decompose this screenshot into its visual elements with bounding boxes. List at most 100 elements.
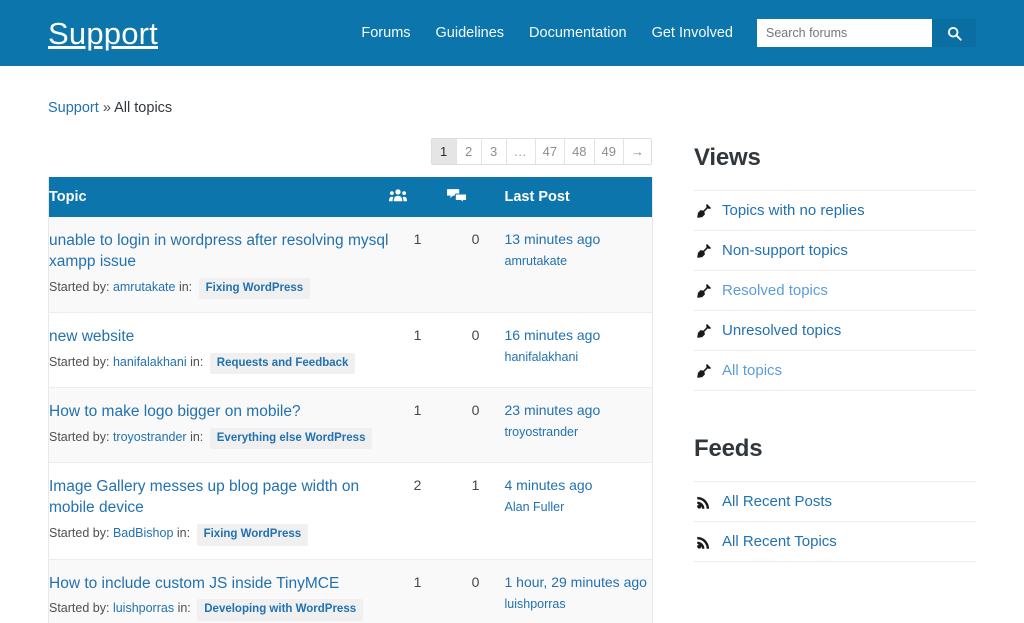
topic-title-link[interactable]: How to make logo bigger on mobile? (49, 402, 389, 423)
pagination-list: 1 2 3 … 47 48 49 → (430, 138, 652, 165)
views-heading: Views (694, 144, 761, 171)
sidebar-link-label[interactable]: Resolved topics (722, 282, 828, 299)
started-by-label: Started by: (49, 526, 110, 541)
topic-meta: Started by: hanifalakhani in: Requests a… (49, 353, 389, 375)
sidebar-item-all-recent-topics[interactable]: All Recent Topics (694, 522, 976, 562)
replies-count: 0 (471, 231, 480, 247)
rss-icon (696, 534, 712, 549)
pagination-page-49[interactable]: 49 (594, 139, 624, 164)
breadcrumb-root-link[interactable]: Support (48, 100, 99, 116)
search-submit-button[interactable] (932, 19, 976, 47)
sidebar-link-label[interactable]: Unresolved topics (722, 322, 841, 339)
last-post-author-link[interactable]: Alan Fuller (505, 500, 653, 514)
last-post-author-link[interactable]: troyostrander (505, 425, 653, 439)
column-header-replies[interactable] (446, 177, 505, 217)
last-post-author-link[interactable]: amrutakate (505, 254, 653, 268)
sidebar-link-label[interactable]: Non-support topics (722, 242, 848, 259)
sidebar-link-label[interactable]: Topics with no replies (722, 202, 865, 219)
sidebar: Views Topics with no replies Non-support… (694, 138, 976, 606)
nav-item-forums[interactable]: Forums (361, 25, 410, 41)
topic-cell: new website Started by: hanifalakhani in… (49, 313, 389, 388)
last-post-author-link[interactable]: hanifalakhani (505, 350, 653, 364)
topic-title-link[interactable]: new website (49, 327, 389, 348)
forum-badge[interactable]: Fixing WordPress (196, 524, 309, 546)
column-header-topic[interactable]: Topic (48, 177, 389, 217)
pagination-next-button[interactable]: → (624, 139, 651, 164)
topic-author-link[interactable]: amrutakate (113, 280, 176, 294)
breadcrumb-separator: » (102, 100, 111, 116)
forum-badge[interactable]: Developing with WordPress (197, 599, 364, 621)
forum-badge[interactable]: Fixing WordPress (198, 277, 311, 300)
last-post-time-link[interactable]: 16 minutes ago (505, 327, 653, 343)
topic-author-link[interactable]: BadBishop (113, 526, 173, 540)
topic-author-link[interactable]: troyostrander (113, 430, 187, 444)
sidebar-link-label[interactable]: All Recent Posts (722, 493, 832, 510)
started-by-label: Started by: (49, 601, 110, 616)
topic-title-link[interactable]: How to include custom JS inside TinyMCE (49, 574, 389, 595)
voices-count: 2 (413, 477, 422, 494)
topic-title-link[interactable]: Image Gallery messes up blog page width … (49, 477, 389, 519)
in-label: in: (190, 355, 204, 370)
forum-badge[interactable]: Requests and Feedback (209, 353, 356, 375)
table-row: How to make logo bigger on mobile? Start… (48, 387, 653, 463)
last-post-cell: 13 minutes ago amrutakate (505, 217, 653, 313)
sidebar-link-label[interactable]: All topics (722, 362, 782, 379)
pagination-ellipsis: … (506, 139, 536, 164)
table-row: Image Gallery messes up blog page width … (48, 462, 653, 560)
pin-icon (696, 203, 712, 218)
search-input[interactable] (757, 19, 932, 47)
site-logo-link[interactable]: Support (48, 18, 158, 49)
nav-item-get-involved[interactable]: Get Involved (652, 25, 733, 41)
sidebar-item-topics-with-no-replies[interactable]: Topics with no replies (694, 191, 976, 231)
topic-title-link[interactable]: unable to login in wordpress after resol… (49, 231, 389, 273)
main-content: 1 2 3 … 47 48 49 → Topic Last Post unabl… (48, 138, 653, 623)
voices-count: 1 (413, 402, 422, 419)
started-by-label: Started by: (49, 355, 110, 370)
pagination-page-1[interactable]: 1 (431, 139, 457, 164)
forum-badge[interactable]: Everything else WordPress (209, 428, 373, 450)
last-post-author-link[interactable]: luishporras (505, 597, 653, 611)
topic-meta: Started by: luishporras in: Developing w… (49, 599, 389, 621)
sidebar-link-label[interactable]: All Recent Topics (722, 533, 837, 550)
last-post-cell: 4 minutes ago Alan Fuller (505, 463, 653, 559)
last-post-time-link[interactable]: 13 minutes ago (505, 231, 653, 247)
search-icon (947, 26, 962, 41)
pagination-page-48[interactable]: 48 (565, 139, 595, 164)
started-by-label: Started by: (49, 430, 110, 445)
breadcrumb: Support » All topics (48, 66, 976, 116)
last-post-time-link[interactable]: 1 hour, 29 minutes ago (505, 574, 653, 590)
sidebar-item-resolved-topics[interactable]: Resolved topics (694, 271, 976, 311)
voices-count: 1 (413, 231, 422, 247)
column-header-voices[interactable] (388, 177, 447, 217)
table-row: unable to login in wordpress after resol… (48, 217, 653, 313)
pagination-page-3[interactable]: 3 (481, 139, 507, 164)
topic-cell: How to include custom JS inside TinyMCE … (49, 559, 389, 623)
last-post-time-link[interactable]: 23 minutes ago (505, 402, 653, 418)
rss-icon (696, 494, 712, 509)
topic-author-link[interactable]: luishporras (113, 601, 174, 615)
voices-count: 1 (413, 327, 422, 344)
views-list: Topics with no replies Non-support topic… (694, 190, 976, 391)
topic-author-link[interactable]: hanifalakhani (113, 355, 187, 369)
voices-icon (388, 188, 407, 202)
nav-item-documentation[interactable]: Documentation (529, 25, 627, 41)
site-header: Support Forums Guidelines Documentation … (0, 0, 1024, 66)
last-post-time-link[interactable]: 4 minutes ago (505, 477, 653, 493)
table-row: How to include custom JS inside TinyMCE … (48, 559, 653, 623)
topics-table-header-row: Topic Last Post (48, 177, 653, 217)
pagination-page-47[interactable]: 47 (535, 139, 566, 164)
topics-table: Topic Last Post unable to login in wordp… (48, 177, 653, 623)
pagination-page-2[interactable]: 2 (456, 139, 482, 164)
replies-count: 0 (471, 402, 480, 419)
sidebar-item-non-support-topics[interactable]: Non-support topics (694, 231, 976, 271)
replies-count: 0 (471, 573, 480, 590)
sidebar-item-all-recent-posts[interactable]: All Recent Posts (694, 482, 976, 522)
sidebar-item-unresolved-topics[interactable]: Unresolved topics (694, 311, 976, 351)
pin-icon (696, 323, 712, 338)
sidebar-item-all-topics[interactable]: All topics (694, 351, 976, 391)
nav-item-guidelines[interactable]: Guidelines (436, 25, 505, 41)
column-header-last-post[interactable]: Last Post (504, 177, 653, 217)
topic-cell: unable to login in wordpress after resol… (49, 217, 389, 313)
last-post-cell: 16 minutes ago hanifalakhani (505, 313, 653, 388)
primary-nav: Forums Guidelines Documentation Get Invo… (361, 25, 733, 41)
